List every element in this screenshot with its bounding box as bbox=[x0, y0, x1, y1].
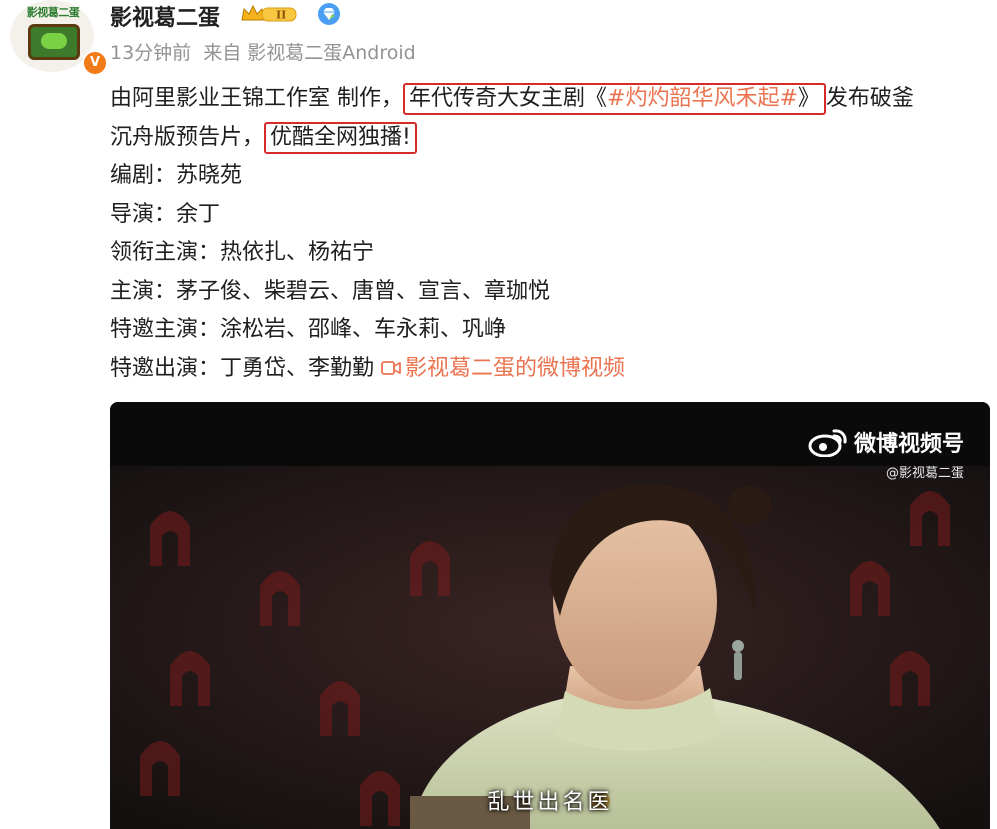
watermark-handle: @影视葛二蛋 bbox=[885, 466, 964, 481]
tv-mascot-icon bbox=[28, 24, 80, 60]
video-frame-image bbox=[110, 466, 990, 829]
post-line-2: 沉舟版预告片， 优酷全网独播! bbox=[110, 119, 980, 158]
post-text: 由阿里影业王锦工作室 制作， 年代传奇大女主剧《#灼灼韶华风禾起#》 发布破釜 沉舟… bbox=[110, 80, 980, 388]
avatar[interactable]: 影视葛二蛋 V bbox=[10, 0, 108, 76]
crown-level-badge[interactable]: II bbox=[240, 4, 298, 24]
level-badge-text: II bbox=[276, 9, 286, 22]
video-subtitle: 乱世出名医 bbox=[487, 790, 613, 815]
post-meta: 13分钟前 来自 影视葛二蛋Android bbox=[110, 38, 422, 65]
lead-cast-line: 领衔主演：热依扎、杨祐宁 bbox=[110, 240, 375, 265]
post-time[interactable]: 13分钟前 bbox=[110, 42, 191, 64]
post-line-1: 由阿里影业王锦工作室 制作， 年代传奇大女主剧《#灼灼韶华风禾起#》 发布破釜 bbox=[110, 80, 980, 119]
director-line: 导演：余丁 bbox=[110, 201, 221, 227]
weibo-logo-icon bbox=[808, 429, 847, 457]
avatar-logo-text: 影视葛二蛋 bbox=[26, 6, 80, 19]
special-cast-line: 特邀主演：涂松岩、邵峰、车永莉、巩峥 bbox=[110, 317, 507, 342]
username[interactable]: 影视葛二蛋 bbox=[110, 0, 220, 31]
highlight-box-1: 年代传奇大女主剧《#灼灼韶华风禾起#》 bbox=[403, 83, 826, 115]
video-camera-icon bbox=[381, 360, 401, 375]
weibo-video-watermark: 微博视频号 bbox=[808, 426, 964, 458]
highlight-box-2: 优酷全网独播! bbox=[264, 121, 417, 154]
hashtag-link[interactable]: #灼灼韶华风禾起# bbox=[607, 86, 798, 111]
source-prefix: 来自 bbox=[203, 42, 242, 64]
diamond-icon[interactable] bbox=[317, 2, 341, 26]
writer-line: 编剧：苏晓苑 bbox=[110, 163, 243, 188]
post-source: 影视葛二蛋Android bbox=[247, 42, 416, 64]
main-cast-line: 主演：茅子俊、柴碧云、唐曾、宣言、章珈悦 bbox=[110, 278, 551, 304]
watermark-brand: 微博视频号 bbox=[853, 432, 964, 457]
video-player[interactable]: 微博视频号 @影视葛二蛋 乱世出名医 bbox=[110, 402, 990, 829]
video-link[interactable]: 影视葛二蛋的微博视频 bbox=[381, 356, 625, 381]
guest-cast-line: 特邀出演：丁勇岱、李勤勤 影视葛二蛋的微博视频 bbox=[110, 355, 626, 381]
verified-badge: V bbox=[82, 50, 108, 76]
